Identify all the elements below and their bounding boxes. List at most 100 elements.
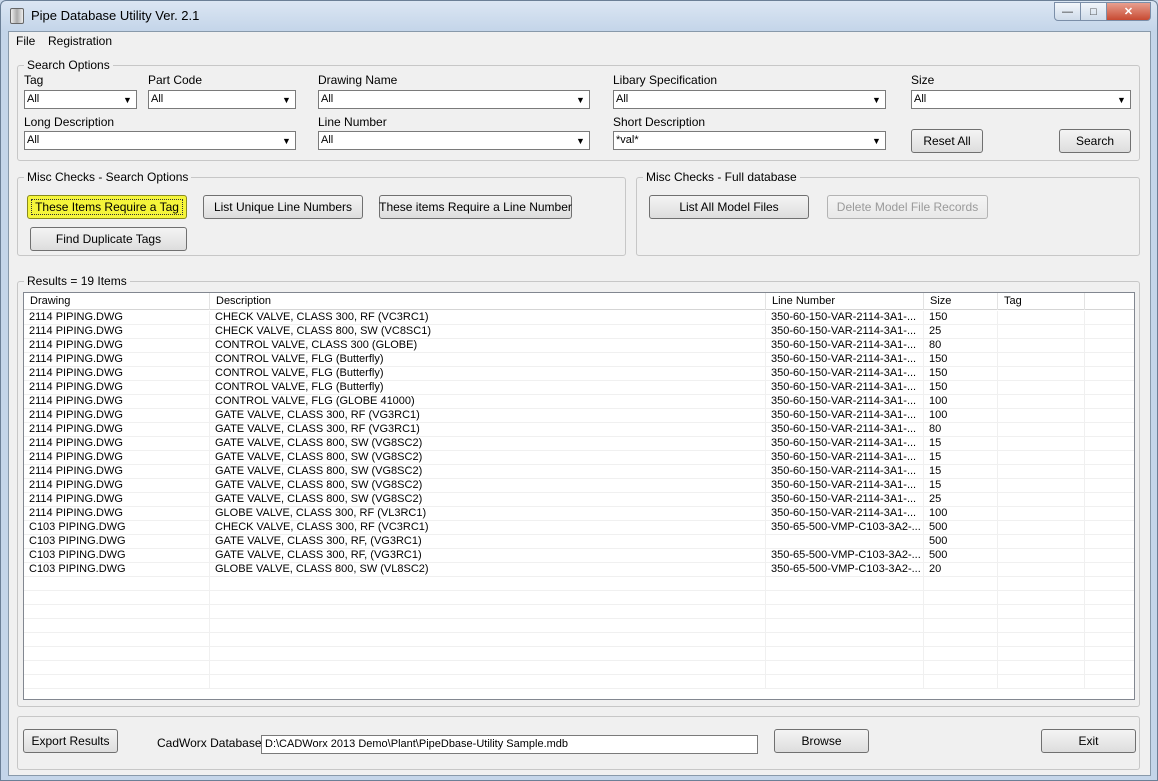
table-row[interactable]: 2114 PIPING.DWG GATE VALVE, CLASS 800, SW… [24,493,1134,507]
table-row[interactable]: 2114 PIPING.DWG GLOBE VALVE, CLASS 300, R… [24,507,1134,521]
cell-empty [1085,381,1134,394]
size-combo[interactable]: All ▼ [911,90,1131,109]
cell-size: 15 [924,437,998,450]
empty-cell [766,605,924,618]
cell-drawing: 2114 PIPING.DWG [24,353,210,366]
column-header-line-number[interactable]: Line Number [766,293,924,310]
chevron-down-icon[interactable]: ▼ [119,91,136,108]
tag-combo[interactable]: All ▼ [24,90,137,109]
minimize-button[interactable]: — [1054,2,1081,21]
cell-tag [998,325,1085,338]
empty-cell [998,605,1085,618]
search-button[interactable]: Search [1059,129,1131,153]
empty-cell [924,647,998,660]
table-row[interactable]: 2114 PIPING.DWG GATE VALVE, CLASS 800, SW… [24,451,1134,465]
table-row[interactable]: 2114 PIPING.DWG GATE VALVE, CLASS 300, RF… [24,409,1134,423]
require-line-number-button[interactable]: These items Require a Line Number [379,195,572,219]
cell-empty [1085,465,1134,478]
empty-cell [766,633,924,646]
column-header-size[interactable]: Size [924,293,998,310]
table-row[interactable]: 2114 PIPING.DWG GATE VALVE, CLASS 800, SW… [24,479,1134,493]
empty-cell [924,591,998,604]
short-description-label: Short Description [613,115,706,129]
chevron-down-icon[interactable]: ▼ [572,132,589,149]
reset-all-button[interactable]: Reset All [911,129,983,153]
column-header-drawing[interactable]: Drawing [24,293,210,310]
browse-button[interactable]: Browse [774,729,869,753]
library-spec-combo[interactable]: All ▼ [613,90,886,109]
table-row[interactable]: C103 PIPING.DWG GLOBE VALVE, CLASS 800, S… [24,563,1134,577]
menu-file[interactable]: File [16,34,35,48]
empty-cell [1085,647,1134,660]
chevron-down-icon[interactable]: ▼ [278,132,295,149]
database-path-field[interactable]: D:\CADWorx 2013 Demo\Plant\PipeDbase-Uti… [261,735,758,754]
column-header-tag[interactable]: Tag [998,293,1085,310]
cell-size: 15 [924,479,998,492]
menu-registration[interactable]: Registration [48,34,112,48]
export-results-button[interactable]: Export Results [23,729,118,753]
table-row[interactable]: 2114 PIPING.DWG CONTROL VALVE, CLASS 300 … [24,339,1134,353]
table-row[interactable]: 2114 PIPING.DWG GATE VALVE, CLASS 800, SW… [24,465,1134,479]
chevron-down-icon[interactable]: ▼ [868,91,885,108]
cell-drawing: C103 PIPING.DWG [24,549,210,562]
results-legend: Results = 19 Items [24,274,130,288]
table-row[interactable]: C103 PIPING.DWG CHECK VALVE, CLASS 300, R… [24,521,1134,535]
table-row[interactable]: 2114 PIPING.DWG GATE VALVE, CLASS 800, SW… [24,437,1134,451]
title-bar[interactable]: Pipe Database Utility Ver. 2.1 — □ ✕ [1,1,1157,31]
chevron-down-icon[interactable]: ▼ [278,91,295,108]
cell-description: CONTROL VALVE, FLG (Butterfly) [210,367,766,380]
search-options-group: Search Options Tag All ▼ Part Code All ▼… [17,58,1140,161]
table-row[interactable]: 2114 PIPING.DWG CONTROL VALVE, FLG (Butte… [24,381,1134,395]
table-row[interactable]: C103 PIPING.DWG GATE VALVE, CLASS 300, RF… [24,535,1134,549]
cell-tag [998,367,1085,380]
cell-drawing: 2114 PIPING.DWG [24,493,210,506]
empty-cell [924,633,998,646]
cell-drawing: 2114 PIPING.DWG [24,437,210,450]
cell-empty [1085,395,1134,408]
table-row[interactable]: 2114 PIPING.DWG CONTROL VALVE, FLG (Butte… [24,367,1134,381]
table-row[interactable]: 2114 PIPING.DWG CONTROL VALVE, FLG (Butte… [24,353,1134,367]
cell-tag [998,507,1085,520]
cell-drawing: 2114 PIPING.DWG [24,451,210,464]
empty-cell [210,591,766,604]
cell-size: 15 [924,465,998,478]
exit-button[interactable]: Exit [1041,729,1136,753]
table-row[interactable]: 2114 PIPING.DWG CHECK VALVE, CLASS 800, S… [24,325,1134,339]
drawing-name-combo[interactable]: All ▼ [318,90,590,109]
empty-cell [210,577,766,590]
cell-empty [1085,521,1134,534]
empty-cell [1085,661,1134,674]
close-button[interactable]: ✕ [1106,2,1151,21]
cell-tag [998,493,1085,506]
cell-description: CHECK VALVE, CLASS 800, SW (VC8SC1) [210,325,766,338]
short-description-combo[interactable]: *val* ▼ [613,131,886,150]
find-duplicate-tags-button[interactable]: Find Duplicate Tags [30,227,187,251]
empty-cell [998,577,1085,590]
library-spec-label: Libary Specification [613,73,718,87]
line-number-combo[interactable]: All ▼ [318,131,590,150]
list-model-files-button[interactable]: List All Model Files [649,195,809,219]
chevron-down-icon[interactable]: ▼ [572,91,589,108]
cell-empty [1085,507,1134,520]
table-row[interactable]: 2114 PIPING.DWG GATE VALVE, CLASS 300, RF… [24,423,1134,437]
table-row[interactable]: 2114 PIPING.DWG CONTROL VALVE, FLG (GLOBE… [24,395,1134,409]
long-description-combo[interactable]: All ▼ [24,131,296,150]
table-row[interactable]: 2114 PIPING.DWG CHECK VALVE, CLASS 300, R… [24,311,1134,325]
maximize-button[interactable]: □ [1080,2,1107,21]
table-row[interactable]: C103 PIPING.DWG GATE VALVE, CLASS 300, RF… [24,549,1134,563]
require-tag-button[interactable]: These Items Require a Tag [27,195,187,219]
part-code-combo[interactable]: All ▼ [148,90,296,109]
cell-empty [1085,409,1134,422]
empty-row [24,591,1134,605]
list-unique-lines-button[interactable]: List Unique Line Numbers [203,195,363,219]
results-list[interactable]: Drawing Description Line Number Size Tag… [23,292,1135,700]
cell-drawing: 2114 PIPING.DWG [24,395,210,408]
long-description-combo-value: All [27,134,40,146]
database-label: CadWorx Database: [157,736,265,750]
cell-drawing: C103 PIPING.DWG [24,521,210,534]
chevron-down-icon[interactable]: ▼ [1113,91,1130,108]
cell-description: GATE VALVE, CLASS 800, SW (VG8SC2) [210,493,766,506]
chevron-down-icon[interactable]: ▼ [868,132,885,149]
cell-tag [998,535,1085,548]
column-header-description[interactable]: Description [210,293,766,310]
